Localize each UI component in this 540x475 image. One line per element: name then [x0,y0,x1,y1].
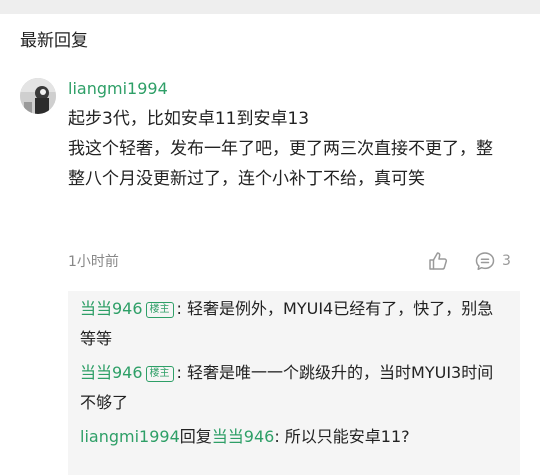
reply-target[interactable]: 当当946 [212,427,275,446]
comment-timestamp: 1小时前 [68,254,119,270]
reply-to-word: 回复 [179,427,212,446]
comment-line: 起步3代，比如安卓11到安卓13 [68,109,310,129]
thumbs-up-icon [429,252,448,270]
comment-text: 起步3代，比如安卓11到安卓13 我这个轻奢，发布一年了吧，更了两三次直接不更了… [68,104,508,194]
reply-item[interactable]: 当当946 楼主: 轻奢是例外，MYUI4已经有了，快了，别急等等 [80,294,508,354]
reply-author[interactable]: 当当946 [80,363,143,382]
replies-container: 当当946 楼主: 轻奢是例外，MYUI4已经有了，快了，别急等等 当当946 楼主… [68,291,520,475]
reply-item[interactable]: liangmi1994回复当当946: 所以只能安卓11? [80,422,508,452]
reply-author[interactable]: liangmi1994 [80,427,180,446]
reply-text: 所以只能安卓11? [279,427,410,446]
section-title: 最新回复 [20,31,88,51]
comment-username[interactable]: liangmi1994 [68,78,168,100]
section-divider [0,0,540,14]
reply-count: 3 [502,253,511,269]
op-badge: 楼主 [145,302,174,318]
reply-author[interactable]: 当当946 [80,299,143,318]
op-badge: 楼主 [145,366,174,382]
avatar-image [20,78,56,114]
like-button[interactable] [425,248,451,274]
comment-bubble-icon [475,252,495,271]
comment-line: 我这个轻奢，发布一年了吧，更了两三次直接不更了，整整八个月没更新过了，连个小补丁… [68,139,493,189]
reply-item[interactable]: 当当946 楼主: 轻奢是唯一一个跳级升的，当时MYUI3时间不够了 [80,358,508,418]
avatar[interactable] [20,78,56,114]
reply-button[interactable]: 3 [474,248,511,274]
